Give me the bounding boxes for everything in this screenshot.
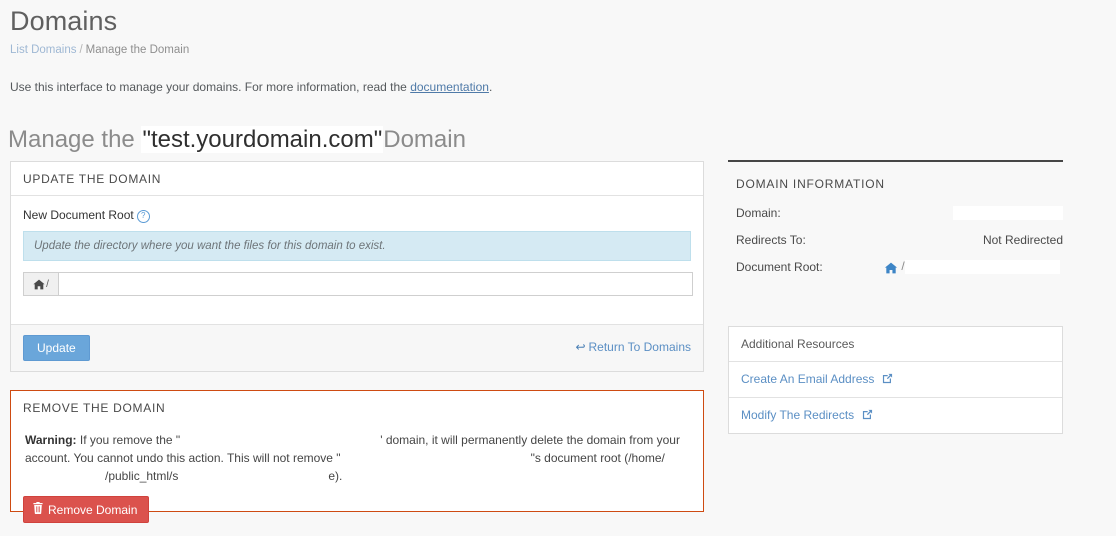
external-link-icon [878,373,892,387]
intro-text-before: Use this interface to manage your domain… [10,80,411,94]
document-root-value: / [884,259,1063,274]
redacted-domain-1 [180,434,381,448]
addon-slash: / [46,278,49,290]
update-panel-heading: UPDATE THE DOMAIN [11,162,703,196]
new-document-root-label-text: New Document Root [23,208,134,222]
resource-link-modify-redirects[interactable]: Modify The Redirects [729,398,1062,433]
domain-value [884,205,1063,220]
additional-resources-heading: Additional Resources [729,327,1062,362]
question-circle-icon[interactable]: ? [136,210,150,223]
manage-domain-title: Manage the "test.yourdomain.com"Domain [8,126,466,154]
intro-text-after: . [488,80,493,94]
remove-domain-panel: REMOVE THE DOMAIN Warning: If you remove… [10,390,704,523]
resource-link-modify-redirects-label: Modify The Redirects [741,408,855,422]
redacted-domain-value [953,205,1063,220]
page-title: Domains [10,6,118,36]
remove-panel-body: Warning: If you remove the " ' domain, it… [11,419,703,535]
new-document-root-label: New Document Root? [23,208,691,223]
return-to-domains-link[interactable]: ↩ Return To Domains [575,340,691,354]
remove-panel-heading: REMOVE THE DOMAIN [23,401,166,415]
redacted-user [25,470,105,484]
manage-title-domain: "test.yourdomain.com" [141,126,384,153]
domain-info-row-redirects: Redirects To: Not Redirected [736,232,1063,247]
manage-title-suffix: Domain [383,126,466,153]
remove-domain-button[interactable]: Remove Domain [23,496,150,523]
redacted-document-root-value [904,259,1060,274]
breadcrumb-separator: / [79,44,83,56]
redirects-to-label: Redirects To: [736,232,806,247]
page-root: Domains List Domains / Manage the Domain U… [0,0,1116,536]
domain-info-row-domain: Domain: [736,205,1063,220]
domain-information-section: DOMAIN INFORMATION Domain: Redirects To:… [728,160,1063,286]
update-button[interactable]: Update [23,335,90,361]
additional-resources-panel: Additional Resources Create An Email Add… [728,326,1063,434]
update-domain-panel: UPDATE THE DOMAIN New Document Root? Upd… [10,161,704,372]
document-root-input-group: / [23,272,693,296]
back-arrow-icon: ↩ [575,340,586,354]
return-to-domains-label: Return To Domains [588,340,692,354]
external-link-icon [858,409,872,423]
warning-part-4: /public_html/s [105,469,179,483]
domain-info-row-document-root: Document Root: / [736,259,1063,274]
redacted-path [178,470,329,484]
update-panel-footer: Update ↩ Return To Domains [11,324,703,371]
warning-label: Warning: [25,433,77,447]
redacted-domain-2 [340,452,531,466]
breadcrumb: List Domains / Manage the Domain [10,44,189,56]
intro-text: Use this interface to manage your domain… [10,80,492,94]
document-root-hint-alert: Update the directory where you want the … [23,231,691,261]
redirects-to-value: Not Redirected [982,232,1063,247]
document-root-input[interactable] [58,272,693,296]
warning-part-1: If you remove the " [76,433,181,447]
breadcrumb-current: Manage the Domain [85,44,190,56]
manage-title-prefix: Manage the [8,126,142,153]
home-icon [884,260,901,274]
trash-icon [33,502,43,517]
domain-label: Domain: [736,205,781,220]
resource-link-create-email[interactable]: Create An Email Address [729,362,1062,398]
update-panel-body: New Document Root? Update the directory … [11,196,703,310]
remove-warning-text: Warning: If you remove the " ' domain, it… [23,419,691,485]
domain-information-heading: DOMAIN INFORMATION [736,177,885,191]
warning-part-5: e). [328,469,343,483]
resource-link-create-email-label: Create An Email Address [741,372,875,386]
documentation-link[interactable]: documentation [410,80,489,94]
document-root-label: Document Root: [736,259,823,274]
domain-info-divider [728,160,1063,162]
breadcrumb-link-list-domains[interactable]: List Domains [10,44,76,56]
home-icon: / [23,272,58,296]
warning-part-3: "s document root (/home/ [530,451,665,465]
remove-domain-label: Remove Domain [48,502,138,517]
